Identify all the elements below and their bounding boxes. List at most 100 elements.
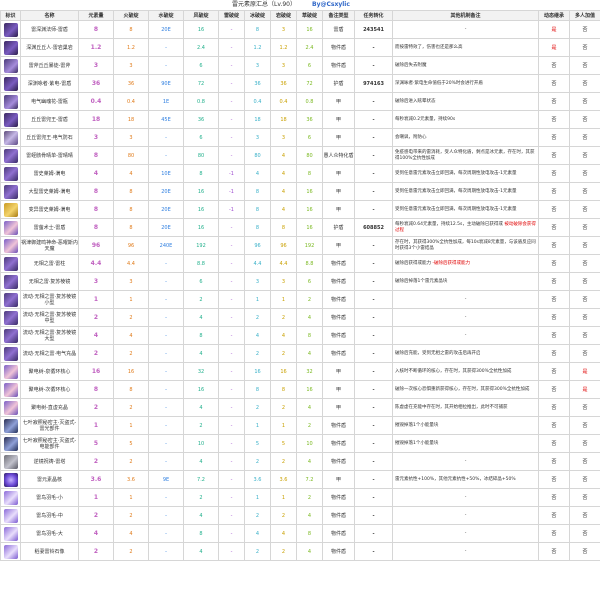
el-value: 2 [78,506,114,525]
chest-icon [3,148,18,163]
wind-value: 4 [183,308,219,327]
water-value: - [148,416,184,435]
water-value: - [148,524,184,543]
el-value: 3.6 [78,470,114,489]
enemy-icon-cell [0,272,21,291]
shield-type: 甲 [322,182,355,201]
table-row: 聚电树-泉循环核心 16 16-32-16 16 32 甲 - 入核时不断循环的核心，存在时，… [0,362,600,381]
task-value: - [354,92,393,111]
girl-icon [3,364,18,379]
grass-value: 2 [296,416,323,435]
rock-value: 36 [270,74,297,93]
dynamic-inherit: 否 [538,398,570,417]
mechanism-note: 陈虚虚在充能中存在时，其开始相拉推出，此时不可捕获 [392,398,539,417]
multiplayer-bonus: 否 [569,398,600,417]
grass-value: 10 [296,434,323,453]
el-value: 3 [78,272,114,291]
task-value: - [354,272,393,291]
water-value: 45E [148,110,184,129]
rock-value: 1 [270,488,297,507]
thunder-value: - [218,38,245,57]
task-value: - [354,506,393,525]
fire-value: 36 [113,74,149,93]
fire-value: 0.4 [113,92,149,111]
thunder-value: - [218,20,245,39]
multiplayer-bonus: 否 [569,326,600,345]
water-value: - [148,380,184,399]
grass-value: 8 [296,524,323,543]
mechanism-note: - [392,308,539,327]
dynamic-inherit: 否 [538,416,570,435]
dynamic-inherit: 否 [538,326,570,345]
dynamic-inherit: 否 [538,182,570,201]
column-header: 火破绽 [113,10,149,21]
rock-value: 16 [270,362,297,381]
enemy-icon-cell [0,20,21,39]
fire-value: 96 [113,236,149,255]
mechanism-note: 受到任意雷元素攻击立即回满，每次周期性放电攻击-1元素量 [392,164,539,183]
ice-value: 2 [244,308,271,327]
water-value: 1E [148,92,184,111]
multiplayer-bonus: 否 [569,182,600,201]
rock-value: 1 [270,290,297,309]
table-row: 大型雷史莱姆-满电 8 8 20E 16 -1 8 4 16 甲 - 受到任意雷元素攻击立即回满，每次… [0,182,600,201]
grass-value: 4 [296,452,323,471]
water-value: - [148,326,184,345]
table-row: 雷斧丘丘暴徒-雷斧 3 3-6-3 3 6 物件盾 - 破除后失去附魔否否 [0,56,600,75]
multiplayer-bonus: 否 [569,110,600,129]
wind-value: 16 [183,218,219,237]
rock-value: 3 [270,56,297,75]
wind-value: 4 [183,398,219,417]
task-value: - [354,200,393,219]
grass-value: 32 [296,362,323,381]
fire-value: 2 [113,344,149,363]
fire-value: 2 [113,398,149,417]
el-value: 4.4 [78,254,114,273]
grass-value: 7.2 [296,470,323,489]
chest-icon [3,274,18,289]
orb-icon [3,472,18,487]
fire-value: 8 [113,200,149,219]
note-text: 存在时，其获得300%全抗性加成，每10s衰减8元素量，与该盾反应同时获得3个小… [395,240,536,251]
rock-value: 4.4 [270,254,297,273]
table-header-row: 标识 名称 元素量 火破绽 水破绽 风破绽 雷破绽 冰破绽 岩破绽 草破绽 备注类型 任务转化 其他机制… [0,10,600,21]
enemy-icon-cell [0,74,21,93]
task-value: - [354,380,393,399]
enemy-name: 雷元素晶核 [20,470,79,489]
element-shield-table: 标识 名称 元素量 火破绽 水破绽 风破绽 雷破绽 冰破绽 岩破绽 草破绽 备注类型 任务转化 其他机制… [0,10,600,561]
task-value: 608852 [354,218,393,237]
water-value: - [148,434,184,453]
ice-value: 8 [244,200,271,219]
column-header: 名称 [20,10,79,21]
el-value: 8 [78,218,114,237]
el-value: 8 [78,146,114,165]
column-header: 备注类型 [322,10,355,21]
ice-value: 8 [244,182,271,201]
multiplayer-bonus: 否 [569,218,600,237]
column-header: 风破绽 [183,10,219,21]
note-text: 破除后充能，受到无相之雷的攻击后再开启 [395,350,481,356]
enemy-name: 雷鸟羽毛-中 [20,506,79,525]
rock-value: 1.2 [270,38,297,57]
mechanism-note: - [392,326,539,345]
note-text: 破除后进入眩晕状态 [395,98,436,104]
note-text: 入核时不断循环的核心，存在时，其获得300%全抗性加成 [395,368,512,374]
thunder-value: - [218,362,245,381]
chest-icon [3,166,18,181]
shield-type: 甲 [322,470,355,489]
boss-icon [3,22,18,37]
water-value: - [148,290,184,309]
enemy-name: 大型雷史莱姆-满电 [20,182,79,201]
multiplayer-bonus: 否 [569,128,600,147]
note-text: 陈虚虚在充能中存在时，其开始相拉推出，此时不可捕获 [395,404,508,410]
task-value: 974163 [354,74,393,93]
table-row: 流动·无相之雷·复苏棱镜中型 2 2-4-2 2 4 物件盾 - - 否否 [0,308,600,327]
ice-value: 3 [244,56,271,75]
column-header: 雷破绽 [218,10,245,21]
wind-value: 72 [183,74,219,93]
shield-type: 物件盾 [322,38,355,57]
enemy-icon-cell [0,164,21,183]
wind-value: 2 [183,416,219,435]
grass-value: 80 [296,146,323,165]
table-row: 雷元素晶核 3.6 3.6 9E 7.2-3.6 3.6 7.2 甲 - 雷元素抗性+100%，其… [0,470,600,489]
